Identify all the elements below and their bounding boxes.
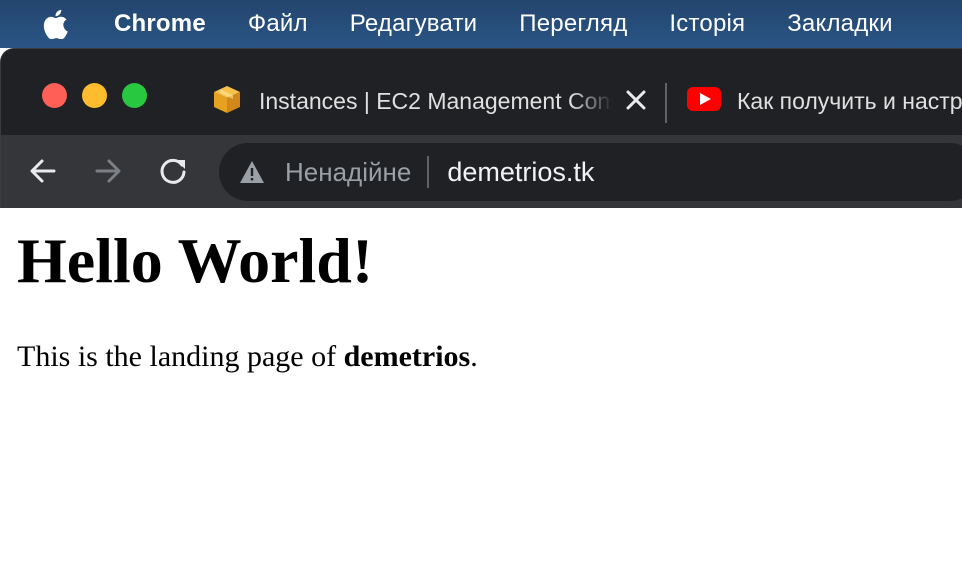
back-arrow-icon[interactable] (25, 153, 61, 189)
menu-file[interactable]: Файл (248, 10, 308, 38)
not-secure-label[interactable]: Ненадійне (285, 157, 411, 188)
paragraph-end: . (470, 340, 478, 373)
tab-close-icon[interactable] (623, 87, 649, 113)
window-close-button[interactable] (42, 83, 67, 108)
menu-app-chrome[interactable]: Chrome (114, 10, 206, 38)
forward-arrow-icon[interactable] (90, 153, 126, 189)
address-bar[interactable]: Ненадійне demetrios.tk (219, 143, 962, 201)
apple-logo-icon[interactable] (42, 8, 72, 40)
warning-icon[interactable] (239, 158, 267, 186)
youtube-icon (687, 86, 721, 116)
menu-history[interactable]: Історія (669, 10, 745, 38)
macos-menu-bar: Chrome Файл Редагувати Перегляд Історія … (0, 0, 962, 48)
page-paragraph: This is the landing page of demetrios. (17, 340, 478, 374)
url-text[interactable]: demetrios.tk (447, 157, 594, 188)
tab-strip: Instances | EC2 Management Console Как п… (1, 49, 962, 135)
tab-title: Instances | EC2 Management Console (259, 87, 613, 114)
paragraph-text: This is the landing page of (17, 340, 344, 373)
menu-edit[interactable]: Редагувати (350, 10, 478, 38)
menu-view[interactable]: Перегляд (519, 10, 627, 38)
tab-youtube[interactable]: Как получить и настроить (687, 83, 962, 119)
window-maximize-button[interactable] (122, 83, 147, 108)
menu-bookmarks[interactable]: Закладки (787, 10, 892, 38)
tab-ec2-instances[interactable]: Instances | EC2 Management Console (211, 83, 661, 119)
page-heading: Hello World! (17, 225, 374, 296)
window-minimize-button[interactable] (82, 83, 107, 108)
browser-window: Instances | EC2 Management Console Как п… (0, 48, 962, 208)
paragraph-bold-name: demetrios (343, 340, 471, 373)
aws-cube-icon (211, 83, 243, 119)
reload-icon[interactable] (155, 153, 191, 189)
web-page-content: Hello World! This is the landing page of… (0, 208, 962, 568)
tab-separator (665, 83, 667, 123)
browser-toolbar: Ненадійне demetrios.tk (1, 135, 962, 208)
tab-title: Как получить и настроить (737, 87, 962, 114)
omnibox-separator (427, 156, 430, 188)
